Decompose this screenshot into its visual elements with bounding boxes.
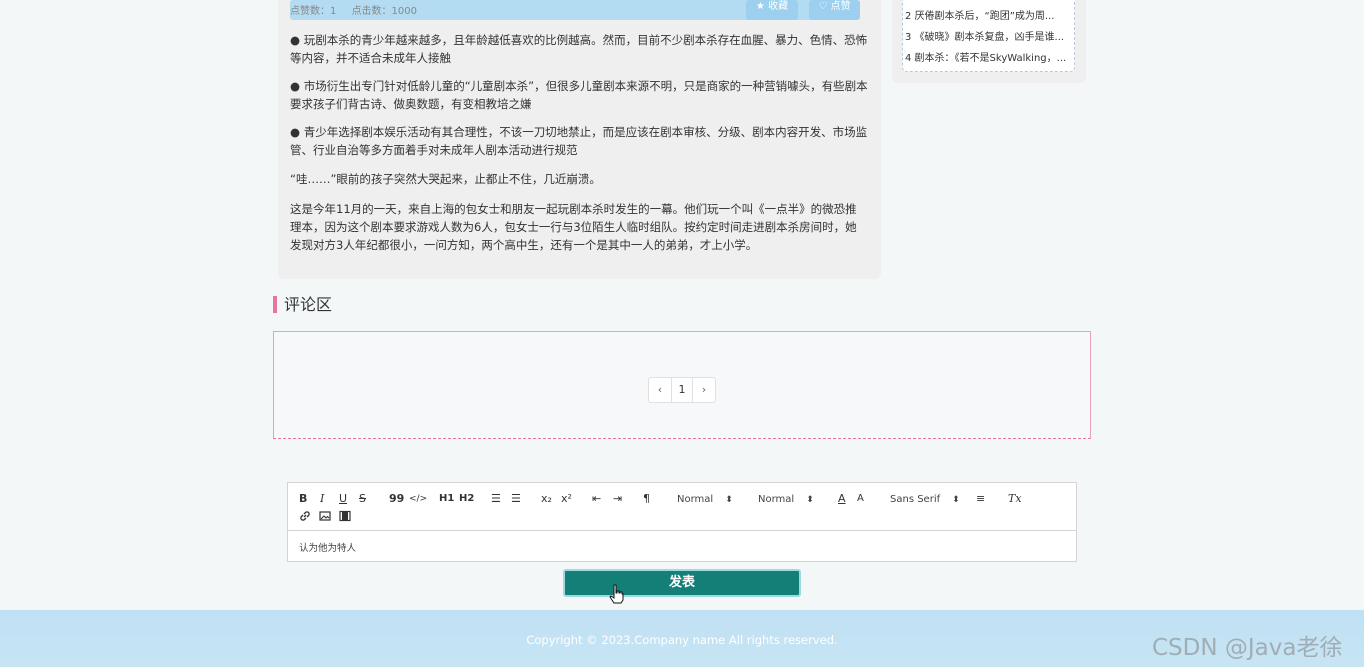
- related-article-item[interactable]: 3 《破晓》剧本杀复盘，凶手是谁...: [905, 31, 1071, 45]
- header-2-button[interactable]: H2: [459, 492, 474, 506]
- favorite-label: 收藏: [768, 1, 789, 12]
- related-article-item[interactable]: 2 厌倦剧本杀后，“跑团”成为周...: [905, 10, 1071, 24]
- updown-icon: ⬍: [806, 495, 814, 505]
- star-icon: ★: [755, 1, 765, 12]
- italic-button[interactable]: I: [320, 492, 324, 506]
- header-1-button[interactable]: H1: [439, 492, 454, 506]
- link-icon[interactable]: [299, 510, 311, 526]
- blockquote-button[interactable]: 99: [389, 492, 404, 506]
- click-count: 点击数：1000: [351, 6, 418, 17]
- article-paragraph: 这是今年11月的一天，来自上海的包女士和朋友一起玩剧本杀时发生的一幕。他们玩一个…: [290, 202, 857, 252]
- header-select-value: Normal: [758, 494, 795, 505]
- video-icon[interactable]: [339, 510, 351, 526]
- article-paragraph: “哇……”眼前的孩子突然大哭起来，止都止不住，几近崩溃。: [290, 172, 601, 186]
- superscript-button[interactable]: x²: [561, 492, 572, 506]
- editor-toolbar: B I U S 99 </> H1 H2 ☰ ☰ x₂ x² ⇤ ⇥ ¶ Nor…: [288, 483, 1076, 531]
- section-title-accent: [273, 296, 277, 313]
- outdent-button[interactable]: ⇤: [592, 492, 601, 506]
- updown-icon: ⬍: [725, 495, 733, 505]
- article-meta-bar: 点赞数：1 点击数：1000 ★ 收藏 ♡ 点赞: [290, 0, 860, 20]
- like-count: 点赞数：1: [290, 6, 337, 17]
- favorite-button[interactable]: ★ 收藏: [746, 0, 798, 20]
- like-button[interactable]: ♡ 点赞: [809, 0, 860, 20]
- hand-cursor-icon: [609, 584, 624, 604]
- underline-button[interactable]: U: [339, 492, 347, 506]
- article-paragraph: ● 青少年选择剧本娱乐活动有其合理性，不该一刀切地禁止，而是应该在剧本审核、分级…: [290, 125, 868, 157]
- article-paragraph: ● 市场衍生出专门针对低龄儿童的“儿童剧本杀”，但很多儿童剧本来源不明，只是商家…: [290, 79, 868, 111]
- strike-button[interactable]: S: [359, 492, 366, 506]
- article-card: 点赞数：1 点击数：1000 ★ 收藏 ♡ 点赞 ● 玩剧本杀的青少年越来越多，…: [278, 0, 881, 279]
- thumb-icon: ♡: [818, 1, 828, 12]
- updown-icon: ⬍: [952, 495, 960, 505]
- like-label: 点赞: [830, 1, 851, 12]
- comment-section-title: 评论区: [284, 295, 333, 314]
- watermark: CSDN @Java老徐: [1152, 635, 1343, 661]
- comment-list: ‹ 1 ›: [273, 331, 1091, 439]
- page-number-button[interactable]: 1: [671, 378, 693, 402]
- editor-content[interactable]: 认为他为特人: [299, 540, 356, 554]
- size-select[interactable]: Normal ⬍: [677, 493, 733, 507]
- header-select[interactable]: Normal ⬍: [758, 493, 814, 507]
- clean-format-button[interactable]: Tx: [1008, 492, 1022, 506]
- size-select-value: Normal: [677, 494, 714, 505]
- related-article-item[interactable]: 4 剧本杀：《若不是SkyWalking，...: [905, 52, 1071, 66]
- comment-editor: B I U S 99 </> H1 H2 ☰ ☰ x₂ x² ⇤ ⇥ ¶ Nor…: [287, 482, 1077, 562]
- image-icon[interactable]: [319, 510, 331, 526]
- related-articles-panel: 2 厌倦剧本杀后，“跑团”成为周... 3 《破晓》剧本杀复盘，凶手是谁... …: [892, 0, 1086, 83]
- pagination: ‹ 1 ›: [648, 377, 716, 403]
- prev-page-button[interactable]: ‹: [649, 378, 671, 402]
- font-select[interactable]: Sans Serif ⬍: [890, 493, 960, 507]
- font-select-value: Sans Serif: [890, 494, 941, 505]
- related-articles-list: 2 厌倦剧本杀后，“跑团”成为周... 3 《破晓》剧本杀复盘，凶手是谁... …: [902, 0, 1075, 72]
- next-page-button[interactable]: ›: [693, 378, 715, 402]
- font-color-button[interactable]: A: [838, 492, 846, 506]
- code-button[interactable]: </>: [409, 492, 427, 506]
- text-direction-button[interactable]: ¶: [643, 492, 650, 506]
- submit-comment-button[interactable]: 发表: [563, 569, 801, 597]
- bold-button[interactable]: B: [299, 492, 307, 506]
- bullet-list-button[interactable]: ☰: [511, 492, 521, 506]
- align-button[interactable]: ≡: [976, 492, 985, 506]
- article-paragraph: ● 玩剧本杀的青少年越来越多，且年龄越低喜欢的比例越高。然而，目前不少剧本杀存在…: [290, 33, 868, 65]
- subscript-button[interactable]: x₂: [541, 492, 552, 506]
- indent-button[interactable]: ⇥: [613, 492, 622, 506]
- ordered-list-button[interactable]: ☰: [491, 492, 501, 506]
- background-color-button[interactable]: A: [857, 492, 864, 506]
- article-stats: 点赞数：1 点击数：1000: [290, 2, 417, 17]
